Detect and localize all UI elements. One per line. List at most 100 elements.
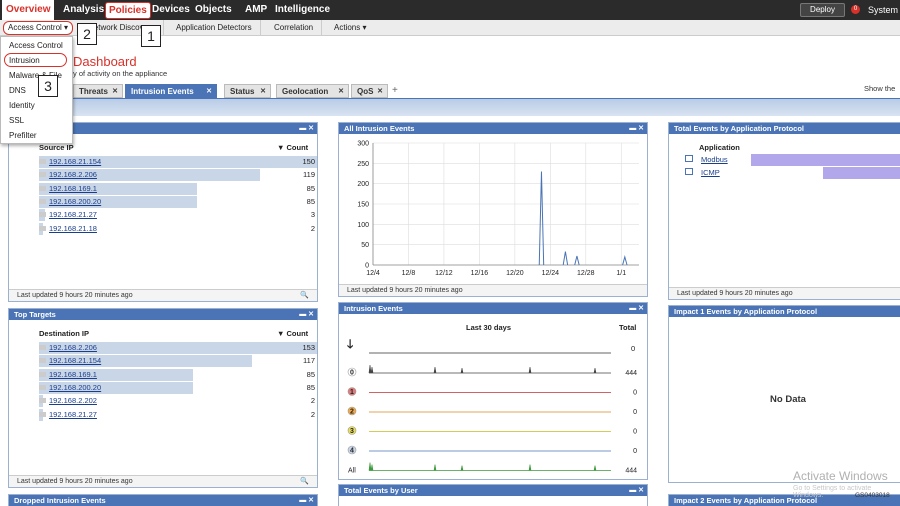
tab-qos[interactable]: QoS ✕ (351, 84, 388, 98)
app-link-icmp[interactable]: ICMP (701, 168, 720, 177)
ip-link[interactable]: 192.168.21.154 (49, 157, 101, 166)
dropdown-access-control[interactable]: Access Control (9, 41, 63, 50)
ip-link[interactable]: 192.168.169.1 (49, 184, 97, 193)
count-value: 85 (306, 369, 315, 379)
subnav-correlation[interactable]: Correlation (266, 20, 323, 36)
count-value: 85 (306, 183, 315, 193)
dropdown-ssl[interactable]: SSL (9, 116, 24, 125)
close-icon[interactable]: ✕ (112, 85, 118, 99)
nav-amp[interactable]: AMP (245, 0, 267, 20)
tab-intrusion-events[interactable]: Intrusion Events ✕ (125, 84, 217, 98)
ip-link[interactable]: 192.168.2.202 (49, 396, 97, 405)
widget-title: Top Targets (14, 310, 56, 319)
host-icon (39, 345, 46, 350)
last-updated: Last updated 9 hours 20 minutes ago (17, 478, 133, 485)
sparkline-spike (593, 465, 597, 471)
deploy-button[interactable]: Deploy (800, 3, 845, 17)
row-total: 0 (633, 390, 637, 397)
add-tab-button[interactable]: + (392, 84, 398, 98)
search-icon[interactable]: 🔍 (300, 290, 309, 302)
ip-link[interactable]: 192.168.200.20 (49, 383, 101, 392)
alert-badge-icon[interactable]: 0 (851, 5, 860, 14)
subnav-actions[interactable]: Actions ▾ (326, 20, 374, 36)
widget-footer: Last updated 9 hours 20 minutes ago (339, 284, 647, 296)
nav-objects[interactable]: Objects (195, 0, 232, 20)
widget-header: All Intrusion Events ▬ ✕ (339, 123, 647, 134)
table-row: 192.168.21.18 2 (39, 222, 317, 236)
ip-link[interactable]: 192.168.21.27 (49, 210, 97, 219)
close-icon[interactable]: ✕ (206, 85, 212, 99)
sparkline-spike (368, 364, 372, 374)
impact-level-label: 2 (350, 409, 354, 416)
widget-dropped-events: Dropped Intrusion Events ▬ ✕ (8, 494, 318, 506)
host-icon (39, 371, 46, 377)
impact-level-label: 3 (350, 428, 354, 435)
nav-overview[interactable]: Overview (2, 0, 55, 20)
nav-policies[interactable]: Policies (105, 2, 151, 19)
table-row: 192.168.2.206 119 (39, 169, 317, 182)
ip-link[interactable]: 192.168.21.18 (49, 224, 97, 233)
ip-link[interactable]: 192.168.2.206 (49, 343, 97, 352)
column-count[interactable]: ▼ Count (277, 143, 308, 152)
row-total: 444 (625, 370, 637, 377)
table-row: 192.168.200.20 85 (39, 195, 317, 209)
sparkline-spike (528, 464, 532, 471)
tab-content-band (0, 98, 900, 116)
column-count[interactable]: ▼ Count (277, 329, 308, 338)
sparkline-spike (433, 366, 437, 374)
ip-link[interactable]: 192.168.21.154 (49, 356, 101, 365)
ip-link[interactable]: 192.168.169.1 (49, 370, 97, 379)
widget-controls-icon[interactable]: ▬ ✕ (299, 495, 314, 506)
widget-controls-icon[interactable]: ▬ ✕ (629, 485, 644, 496)
access-control-menu[interactable]: Access Control ▾ (3, 21, 74, 35)
widget-header: Total Events by User ▬ ✕ (339, 485, 647, 496)
ip-link[interactable]: 192.168.200.20 (49, 197, 101, 206)
host-icon (39, 172, 46, 178)
widget-controls-icon[interactable]: ▬ ✕ (299, 123, 314, 134)
ip-link[interactable]: 192.168.21.27 (49, 410, 97, 419)
impact-level-label: 1 (350, 389, 354, 396)
tab-status[interactable]: Status ✕ (224, 84, 271, 98)
dropdown-identity[interactable]: Identity (9, 101, 35, 110)
widget-controls-icon[interactable]: ▬ ✕ (299, 309, 314, 320)
close-icon[interactable]: ✕ (377, 85, 383, 99)
x-tick-label: 12/8 (402, 270, 416, 277)
dropdown-prefilter[interactable]: Prefilter (9, 131, 37, 140)
widget-header: Top Targets ▬ ✕ (9, 309, 317, 320)
widget-footer: Last updated 9 hours 20 minutes ago 🔍 (9, 475, 317, 487)
table-row: 192.168.2.202 2 (39, 395, 317, 408)
system-menu[interactable]: System (868, 0, 898, 20)
nav-devices[interactable]: Devices (152, 0, 190, 20)
ip-link[interactable]: 192.168.2.206 (49, 170, 97, 179)
tab-label: Geolocation (282, 87, 329, 96)
tab-threats[interactable]: Threats ✕ (73, 84, 123, 98)
page-subtitle: y of activity on the appliance (73, 69, 168, 78)
nav-analysis[interactable]: Analysis (63, 0, 104, 20)
impact-level-label: 4 (350, 448, 354, 455)
close-icon[interactable]: ✕ (338, 85, 344, 99)
widget-header: Dropped Intrusion Events ▬ ✕ (9, 495, 317, 506)
event-spike (574, 255, 580, 266)
widget-controls-icon[interactable]: ▬ ✕ (629, 303, 644, 314)
y-tick-label: 0 (365, 263, 369, 270)
nav-intelligence[interactable]: Intelligence (275, 0, 330, 20)
table-row: 192.168.21.154 117 (39, 355, 317, 368)
close-icon[interactable]: ✕ (260, 85, 266, 99)
subnav-application-detectors[interactable]: Application Detectors (168, 20, 261, 36)
count-value: 119 (303, 170, 315, 180)
y-tick-label: 50 (361, 242, 369, 249)
table-row: 192.168.200.20 85 (39, 381, 317, 395)
widget-intrusion-events: Intrusion Events ▬ ✕ Last 30 days Total 🡓… (338, 302, 648, 480)
x-tick-label: 12/16 (471, 270, 489, 277)
widget-controls-icon[interactable]: ▬ ✕ (629, 123, 644, 134)
tab-label: Threats (79, 87, 108, 96)
app-bar-modbus (751, 154, 900, 166)
search-icon[interactable]: 🔍 (300, 476, 309, 488)
dropdown-intrusion[interactable]: Intrusion (9, 56, 40, 65)
tab-geolocation[interactable]: Geolocation ✕ (276, 84, 349, 98)
step-marker-2: 2 (77, 23, 97, 45)
app-link-modbus[interactable]: Modbus (701, 155, 728, 164)
widget-top-attackers: ▬ ✕ Source IP ▼ Count 192.168.21.154 150 1… (8, 122, 318, 302)
sparkline-spike (370, 464, 374, 471)
dropdown-dns[interactable]: DNS (9, 86, 26, 95)
